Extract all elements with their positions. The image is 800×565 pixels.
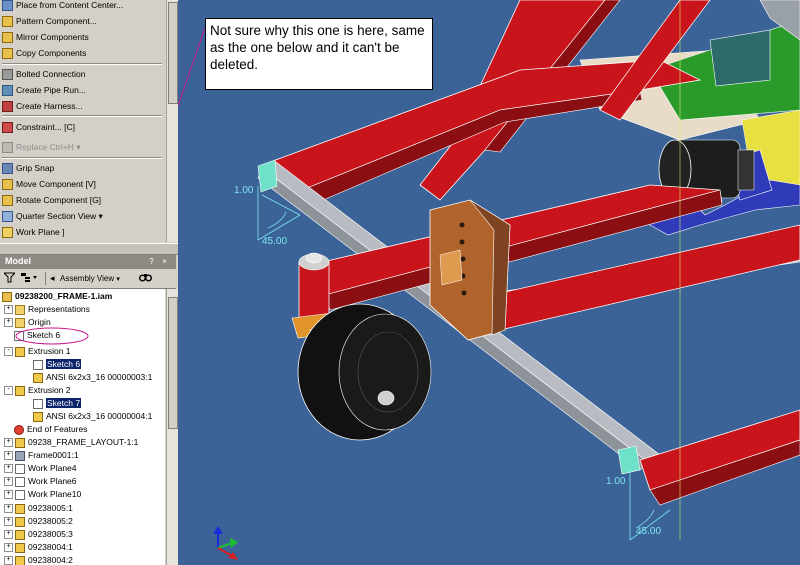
assembly-view-dropdown[interactable]: ◂ Assembly View ▾ [50, 272, 120, 285]
panel-separator [2, 157, 162, 159]
browser-title: Model [5, 256, 31, 266]
tree-options-icon[interactable] [20, 272, 38, 285]
left-pane: Place from Content Center... Pattern Com… [0, 0, 178, 565]
pane-splitter[interactable] [0, 243, 178, 255]
rotate-component-item[interactable]: Rotate Component [G] [2, 193, 101, 207]
grip-snap-item[interactable]: Grip Snap [2, 161, 54, 175]
dimension-label: 1.00 [234, 185, 254, 196]
copy-components-item[interactable]: Copy Components [2, 46, 86, 60]
close-icon[interactable]: × [160, 257, 169, 266]
panel-separator [2, 63, 162, 65]
create-pipe-run-item[interactable]: Create Pipe Run... [2, 83, 86, 97]
assembly-view-icon: ◂ [50, 273, 55, 283]
mirror-components-icon [2, 32, 13, 44]
panel-scrollbar-thumb[interactable] [168, 2, 178, 104]
replace-icon [2, 142, 13, 154]
panel-scrollbar[interactable] [166, 0, 178, 242]
copy-components-icon [2, 48, 13, 60]
dimension-label: 1.00 [606, 476, 626, 487]
section-view-icon [2, 211, 13, 223]
view-triad [213, 526, 238, 560]
tree-scrollbar-thumb[interactable] [168, 297, 178, 429]
work-plane-icon [2, 227, 13, 239]
rotate-component-icon [2, 195, 13, 207]
pipe-run-icon [2, 85, 13, 97]
dimension-label: 45.00 [636, 526, 661, 537]
find-icon[interactable] [139, 272, 152, 285]
browser-header: Model ? × [0, 255, 176, 269]
bolted-connection-icon [2, 69, 13, 81]
toolbar-divider [45, 272, 46, 285]
panel-bar: Place from Content Center... Pattern Com… [0, 0, 166, 242]
work-plane-item[interactable]: Work Plane ] [2, 225, 65, 239]
callout-note: Not sure why this one is here, same as t… [205, 18, 433, 90]
mirror-components-item[interactable]: Mirror Components [2, 30, 89, 44]
highlight-ellipse [15, 327, 89, 345]
pattern-component-icon [2, 16, 13, 28]
model-browser-tree[interactable]: 09238200_FRAME-1.iam + Representations + O… [0, 289, 165, 565]
pattern-component-item[interactable]: Pattern Component... [2, 14, 97, 28]
constraint-icon [2, 122, 13, 134]
dimension-label: 45.00 [262, 236, 287, 247]
browser-toolbar: ◂ Assembly View ▾ [0, 270, 176, 289]
replace-item[interactable]: Replace Ctrl+H ▾ [2, 140, 81, 154]
constraint-item[interactable]: Constraint... [C] [2, 120, 75, 134]
help-icon[interactable]: ? [147, 257, 156, 266]
chevron-down-icon: ▾ [116, 276, 120, 283]
create-harness-item[interactable]: Create Harness... [2, 99, 83, 113]
panel-separator [2, 115, 162, 117]
filter-icon[interactable] [2, 272, 17, 285]
harness-icon [2, 101, 13, 113]
tree-scrollbar[interactable] [166, 289, 178, 565]
grip-snap-icon [2, 163, 13, 175]
quarter-section-view-item[interactable]: Quarter Section View ▾ [2, 209, 103, 223]
move-component-icon [2, 179, 13, 191]
move-component-item[interactable]: Move Component [V] [2, 177, 96, 191]
content-center-icon [2, 0, 13, 12]
place-content-center-item[interactable]: Place from Content Center... [2, 0, 123, 12]
bolted-connection-item[interactable]: Bolted Connection [2, 67, 85, 81]
